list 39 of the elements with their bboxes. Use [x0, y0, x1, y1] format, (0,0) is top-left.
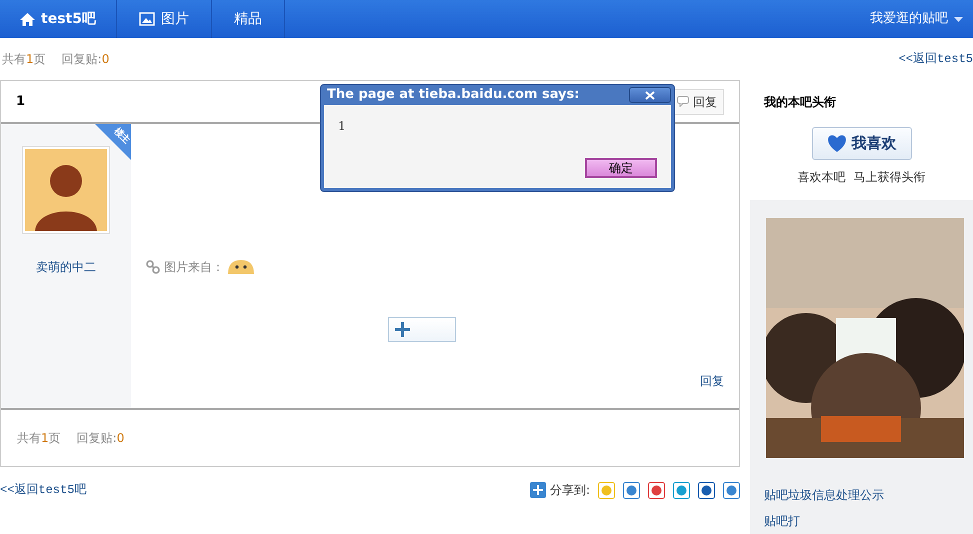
- nav-tab[interactable]: test5吧: [0, 0, 117, 38]
- image-icon: [138, 12, 155, 26]
- floor-title: 1: [16, 92, 26, 111]
- hint-text: 喜欢本吧 马上获得头衔: [798, 168, 926, 186]
- ok-button[interactable]: 确定: [585, 158, 657, 178]
- like-button[interactable]: 我喜欢: [812, 127, 912, 160]
- dialog-title: The page at tieba.baidu.com says:: [327, 86, 580, 104]
- emoticon-icon: [228, 260, 254, 274]
- source-label: 图片来自：: [164, 259, 224, 276]
- author-name[interactable]: 卖萌的中二: [36, 258, 96, 276]
- reply-count: 回复贴:0: [62, 51, 110, 68]
- plus-icon[interactable]: [530, 482, 546, 498]
- comment-icon: [677, 96, 689, 107]
- plus-icon: [395, 322, 410, 337]
- nav-tab[interactable]: 精品: [212, 0, 285, 38]
- reply-link[interactable]: 回复: [700, 372, 724, 390]
- page-count: 共有1页: [2, 51, 46, 68]
- page-count: 共有1页: [17, 430, 61, 447]
- badge-ribbon: [95, 124, 131, 160]
- share-label: 分享到:: [550, 482, 590, 499]
- link-icon: [146, 260, 160, 274]
- notice-link[interactable]: 贴吧垃圾信息处理公示: [764, 486, 973, 504]
- close-icon: [645, 90, 655, 100]
- dialog-message: 1: [338, 118, 347, 135]
- avatar[interactable]: [22, 146, 110, 234]
- back-link[interactable]: <<返回test5吧: [0, 481, 86, 499]
- caret-icon[interactable]: [954, 16, 963, 22]
- badge-label: 楼主: [110, 126, 132, 148]
- add-button[interactable]: [388, 317, 456, 342]
- menu-link[interactable]: 我爱逛的贴吧: [870, 9, 948, 29]
- close-button[interactable]: [629, 87, 671, 103]
- notice-link[interactable]: 贴吧打: [764, 512, 973, 530]
- nav-tab[interactable]: 图片: [116, 0, 212, 38]
- home-icon: [20, 12, 35, 26]
- reply-count: 回复贴:0: [76, 430, 124, 447]
- heart-icon: [826, 134, 846, 152]
- sidebar-heading: 我的本吧头衔: [764, 94, 836, 111]
- back-link[interactable]: <<返回test5: [898, 50, 973, 68]
- avatar-icon: [25, 149, 107, 231]
